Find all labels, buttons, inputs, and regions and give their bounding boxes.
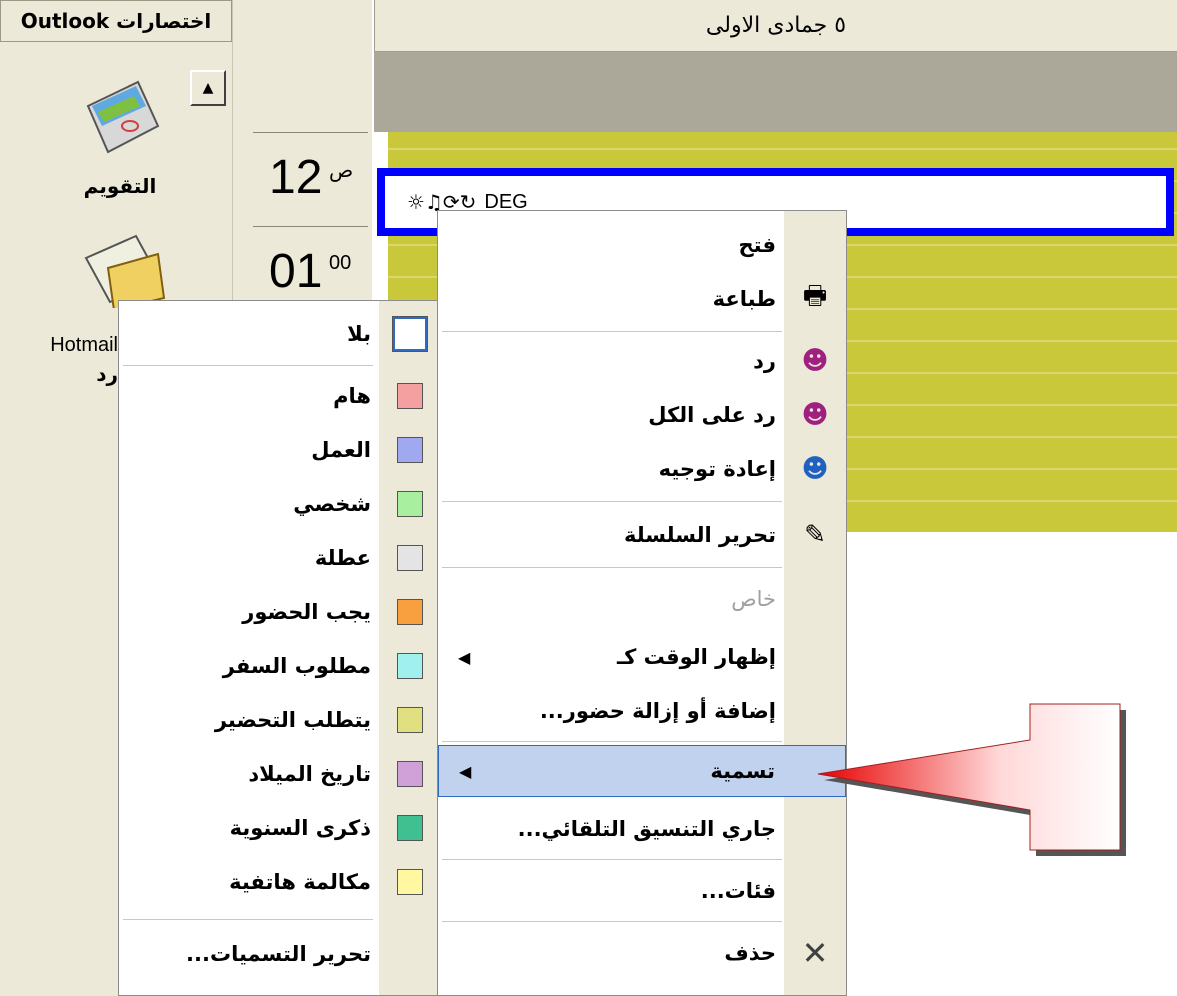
menu-item-label: طباعة	[712, 287, 776, 311]
menu-separator	[442, 331, 782, 332]
time-slot-ampm: ص	[329, 160, 354, 182]
pointer-arrow-icon	[817, 703, 1126, 856]
label-name: مكالمة هاتفية	[229, 870, 371, 894]
label-name: ذكرى السنوية	[229, 816, 371, 840]
label-anniversary[interactable]: ذكرى السنوية	[119, 801, 437, 855]
menu-item-automatic-formatting[interactable]: جاري التنسيق التلقائي...	[438, 803, 846, 855]
label-none[interactable]: بلا	[119, 307, 437, 361]
menu-item-label: جاري التنسيق التلقائي...	[517, 817, 776, 841]
time-divider	[253, 226, 368, 227]
label-color-swatch	[397, 869, 423, 895]
label-color-swatch	[397, 383, 423, 409]
label-color-swatch	[397, 599, 423, 625]
up-arrow-icon: ▲	[202, 80, 214, 96]
context-menu: فتح 🖶 طباعة ☻ رد ☻ رد على الكل ☻ إعادة ت…	[437, 210, 847, 996]
label-name: شخصي	[293, 492, 371, 516]
label-needs-preparation[interactable]: يتطلب التحضير	[119, 693, 437, 747]
menu-item-open[interactable]: فتح	[438, 219, 846, 271]
label-name: العمل	[311, 438, 371, 462]
label-submenu: بلا هام العمل شخصي عطلة يجب الحضور مطلوب…	[118, 300, 438, 996]
reply-icon: ☻	[801, 346, 829, 376]
hotmail-label[interactable]: Hotmail	[0, 334, 118, 357]
submenu-arrow-icon: ◀	[459, 761, 472, 781]
label-color-swatch	[392, 316, 428, 352]
menu-separator	[123, 919, 373, 920]
menu-item-categories[interactable]: فئات...	[438, 865, 846, 917]
label-name: هام	[333, 384, 371, 408]
label-color-swatch	[397, 653, 423, 679]
reply-all-icon: ☻	[801, 400, 829, 430]
label-name: تحرير التسميات...	[186, 942, 371, 966]
time-slot-minutes: 00	[329, 252, 352, 274]
forward-icon: ☻	[801, 454, 829, 484]
label-important[interactable]: هام	[119, 369, 437, 423]
menu-separator	[442, 501, 782, 502]
menu-item-print[interactable]: 🖶 طباعة	[438, 273, 846, 325]
menu-separator	[442, 921, 782, 922]
time-slot-hour: 12	[269, 151, 323, 204]
menu-item-label: إعادة توجيه	[658, 457, 776, 481]
printer-icon: 🖶	[802, 281, 828, 311]
label-birthday[interactable]: تاريخ الميلاد	[119, 747, 437, 801]
label-travel-required[interactable]: مطلوب السفر	[119, 639, 437, 693]
label-name: بلا	[347, 322, 371, 346]
calendar-shortcut-label[interactable]: التقويم	[60, 174, 180, 198]
menu-item-label: رد على الكل	[648, 403, 776, 427]
label-vacation[interactable]: عطلة	[119, 531, 437, 585]
menu-item-show-time-as[interactable]: إظهار الوقت كـ ◀	[438, 631, 846, 683]
menu-item-edit-series[interactable]: ✎ تحرير السلسلة	[438, 509, 846, 561]
label-name: عطلة	[314, 546, 371, 570]
label-name: مطلوب السفر	[222, 654, 371, 678]
label-color-swatch	[397, 491, 423, 517]
menu-item-label: إظهار الوقت كـ	[616, 645, 776, 669]
menu-separator	[123, 365, 373, 366]
label-color-swatch	[397, 545, 423, 571]
menu-item-private: خاص	[438, 573, 846, 625]
time-slot-hour: 01	[269, 245, 323, 298]
menu-separator	[442, 741, 782, 742]
menu-item-label: تسمية	[710, 759, 775, 783]
submenu-arrow-icon: ◀	[458, 647, 471, 667]
scroll-up-button[interactable]: ▲	[190, 70, 226, 106]
menu-item-forward[interactable]: ☻ إعادة توجيه	[438, 443, 846, 495]
menu-item-attendees[interactable]: إضافة أو إزالة حضور...	[438, 685, 846, 737]
label-phone-call[interactable]: مكالمة هاتفية	[119, 855, 437, 909]
label-name: يتطلب التحضير	[214, 708, 371, 732]
delete-icon: ✕	[801, 934, 829, 972]
menu-item-label: خاص	[731, 587, 776, 611]
label-color-swatch	[397, 707, 423, 733]
menu-item-label: حذف	[724, 941, 776, 965]
menu-item-delete[interactable]: ✕ حذف	[438, 927, 846, 979]
menu-item-reply[interactable]: ☻ رد	[438, 335, 846, 387]
menu-separator	[442, 567, 782, 568]
menu-item-label: إضافة أو إزالة حضور...	[539, 699, 776, 723]
label-name: تاريخ الميلاد	[248, 762, 371, 786]
menu-item-label: فئات...	[700, 879, 776, 903]
label-name: يجب الحضور	[242, 600, 371, 624]
label-color-swatch	[397, 761, 423, 787]
label-business[interactable]: العمل	[119, 423, 437, 477]
label-color-swatch	[397, 815, 423, 841]
edit-series-icon: ✎	[804, 520, 826, 550]
label-color-swatch	[397, 437, 423, 463]
calendar-icon[interactable]	[78, 76, 168, 160]
date-header: ٥ جمادى الاولى	[374, 0, 1177, 52]
menu-item-label-submenu[interactable]: تسمية ◀	[438, 745, 846, 797]
all-day-area[interactable]	[374, 52, 1177, 132]
edit-labels[interactable]: تحرير التسميات...	[119, 927, 437, 981]
menu-item-reply-all[interactable]: ☻ رد على الكل	[438, 389, 846, 441]
label-personal[interactable]: شخصي	[119, 477, 437, 531]
menu-separator	[442, 859, 782, 860]
mail-icon[interactable]	[78, 228, 168, 308]
menu-item-label: رد	[753, 349, 776, 373]
menu-item-label: فتح	[738, 233, 776, 257]
shortcuts-header[interactable]: اختصارات Outlook	[0, 0, 232, 42]
label-must-attend[interactable]: يجب الحضور	[119, 585, 437, 639]
hotmail-sublabel: رد	[96, 362, 118, 386]
time-divider	[253, 132, 368, 133]
menu-item-label: تحرير السلسلة	[623, 523, 776, 547]
